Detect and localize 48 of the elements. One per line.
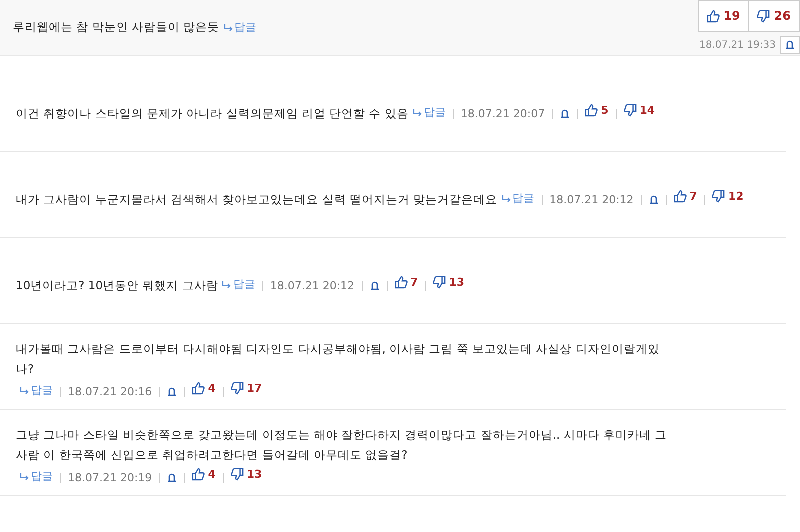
reply-arrow-icon <box>412 109 422 118</box>
bell-icon[interactable] <box>785 40 795 50</box>
thumbs-up-icon <box>192 382 206 396</box>
comment-date: 18.07.21 20:16 <box>68 385 152 398</box>
bell-icon[interactable] <box>648 195 659 206</box>
reply-arrow-icon <box>224 24 233 32</box>
thumbs-down-icon <box>230 468 244 482</box>
bell-icon[interactable] <box>370 281 380 292</box>
thumbs-up-icon <box>192 468 206 482</box>
like-count[interactable]: 4 <box>192 378 216 399</box>
comment-date: 18.07.21 20:07 <box>460 107 546 120</box>
reply-arrow-icon <box>502 195 511 204</box>
thumbs-up-icon <box>585 104 598 118</box>
thumbs-up-icon <box>674 190 687 204</box>
comment-text: 이건 취향이나 스타일의 문제가 아니라 실력의문제임 리얼 단언할 수 있음 <box>16 106 409 120</box>
thumbs-down-icon <box>230 382 244 396</box>
comment-date: 18.07.21 20:19 <box>68 471 152 484</box>
comment-text: 내가 그사람이 누군지몰라서 검색해서 찾아보고있는데요 실력 떨어지는거 맞는거같은데요 <box>16 192 498 206</box>
dislike-count[interactable]: 13 <box>433 272 464 293</box>
like-count[interactable]: 7 <box>394 272 418 293</box>
comment-text: 10년이라고? 10년동안 뭐했지 그사람 <box>16 278 218 292</box>
thumbs-down-icon <box>712 190 726 204</box>
like-count[interactable]: 5 <box>585 100 609 121</box>
bell-icon[interactable] <box>167 473 178 484</box>
reply-arrow-icon <box>222 281 232 290</box>
like-count[interactable]: 4 <box>192 464 216 485</box>
bell-icon[interactable] <box>560 109 570 120</box>
thumbs-up-icon <box>706 10 720 22</box>
comment-date: 18.07.21 20:12 <box>550 193 634 206</box>
dislike-count[interactable]: 13 <box>230 464 262 485</box>
dislike-button[interactable]: 26 <box>749 0 800 32</box>
comment-text: 그냥 그나마 스타일 비슷한쪽으로 갖고왔는데 이정도는 해야 잘한다하지 경력이많다고 잘하는거아님.. 시마다 후미카네 그사람 이 한국쪽에 신입으로 취업하려고한다면 들어갈데 아무데도 없을걸? <box>16 426 668 464</box>
reply-arrow-icon <box>20 473 29 482</box>
thumbs-up-icon <box>394 276 408 290</box>
comment-date: 18.07.21 20:12 <box>270 279 355 292</box>
bell-icon[interactable] <box>167 387 178 398</box>
comment-text: 루리웹에는 참 막눈인 사람들이 많은듯 <box>12 20 220 35</box>
dislike-count[interactable]: 12 <box>712 186 744 207</box>
reply-arrow-icon <box>20 387 29 396</box>
thumbs-down-icon <box>433 276 446 290</box>
dislike-count[interactable]: 14 <box>624 100 656 121</box>
thumbs-down-icon <box>624 104 637 118</box>
like-button[interactable]: 19 <box>698 0 750 32</box>
dislike-count[interactable]: 17 <box>230 378 262 399</box>
comment-date: 18.07.21 19:33 <box>699 40 776 50</box>
comment-text: 내가볼때 그사람은 드로이부터 다시해야됨 디자인도 다시공부해야됨, 이사람 그림 쭉 보고있는데 사실상 디자인이랄게있나? <box>16 340 661 378</box>
like-count[interactable]: 7 <box>674 186 698 207</box>
thumbs-down-icon <box>757 10 770 22</box>
